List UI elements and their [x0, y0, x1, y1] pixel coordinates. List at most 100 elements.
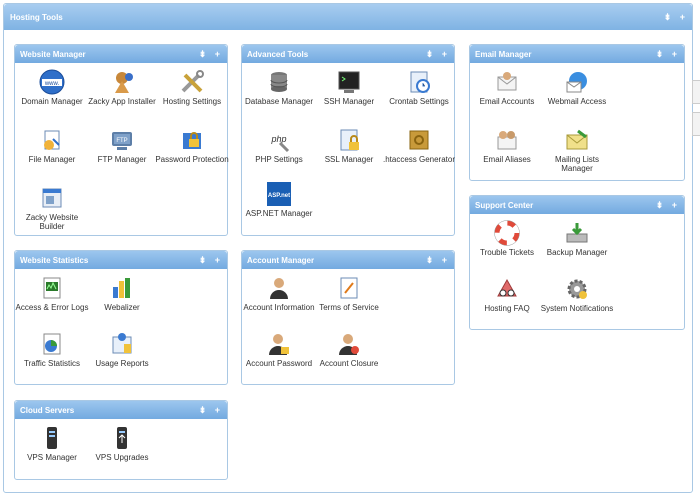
- website-statistics-header: Website Statistics ⇟ +: [15, 251, 227, 269]
- clock-icon: [406, 69, 432, 95]
- website-manager-panel: Website Manager ⇟ + www. Domain Manager …: [14, 44, 229, 236]
- website-manager-header: Website Manager ⇟ +: [15, 45, 227, 63]
- vps-manager-link[interactable]: VPS Manager: [15, 425, 89, 462]
- panel-controls[interactable]: ⇟ +: [664, 12, 688, 23]
- panel-controls[interactable]: ⇟ +: [656, 200, 680, 211]
- aspnet-icon: ASP.net: [266, 181, 292, 207]
- ftp-manager-link[interactable]: FTP FTP Manager: [85, 127, 159, 164]
- svg-text:ASP.net: ASP.net: [268, 193, 290, 199]
- system-notifications-link[interactable]: System Notifications: [540, 276, 614, 313]
- item-label: Access & Error Logs: [15, 303, 89, 312]
- usage-reports-link[interactable]: Usage Reports: [85, 331, 159, 368]
- item-label: Mailing Lists Manager: [554, 155, 599, 173]
- item-label: SSH Manager: [323, 97, 375, 106]
- email-manager-panel: Email Manager ⇟ + Email Accounts Webmail…: [469, 44, 685, 181]
- bar-chart-icon: [109, 275, 135, 301]
- webmail-access-link[interactable]: Webmail Access: [540, 69, 614, 106]
- webalizer-link[interactable]: Webalizer: [85, 275, 159, 312]
- document-pen-icon: [336, 275, 362, 301]
- password-protection-link[interactable]: Password Protection: [155, 127, 229, 164]
- advanced-tools-panel: Advanced Tools ⇟ + Database Manager SSH …: [241, 44, 455, 236]
- item-label: Email Aliases: [483, 155, 531, 164]
- item-label: PHP Settings: [255, 155, 303, 164]
- webmail-icon: [564, 69, 590, 95]
- trouble-tickets-link[interactable]: Trouble Tickets: [470, 220, 544, 257]
- safe-icon: [406, 127, 432, 153]
- terms-of-service-link[interactable]: Terms of Service: [312, 275, 386, 312]
- panel-controls[interactable]: ⇟ +: [199, 49, 223, 60]
- zacky-website-builder-link[interactable]: Zacky Website Builder: [15, 185, 89, 231]
- email-manager-header: Email Manager ⇟ +: [470, 45, 684, 63]
- zacky-app-installer-link[interactable]: Zacky App Installer: [85, 69, 159, 106]
- notification-gear-icon: [564, 276, 590, 302]
- website-builder-icon: [39, 185, 65, 211]
- side-tab[interactable]: [692, 80, 700, 104]
- cloud-servers-panel: Cloud Servers ⇟ + VPS Manager VPS Upgrad…: [14, 400, 228, 480]
- cloud-servers-header: Cloud Servers ⇟ +: [15, 401, 227, 419]
- hosting-tools-title: Hosting Tools: [10, 13, 63, 22]
- user-remove-icon: [336, 331, 362, 357]
- support-center-title: Support Center: [475, 201, 534, 210]
- website-manager-title: Website Manager: [20, 50, 86, 59]
- email-aliases-link[interactable]: Email Aliases: [470, 127, 544, 164]
- panel-controls[interactable]: ⇟ +: [426, 255, 450, 266]
- account-information-link[interactable]: Account Information: [242, 275, 316, 312]
- traffic-statistics-link[interactable]: Traffic Statistics: [15, 331, 89, 368]
- item-label: Trouble Tickets: [480, 248, 534, 257]
- panel-controls[interactable]: ⇟ +: [199, 405, 223, 416]
- website-statistics-title: Website Statistics: [20, 256, 89, 265]
- aspnet-manager-link[interactable]: ASP.net ASP.NET Manager: [242, 181, 316, 218]
- item-label: Account Closure: [319, 359, 379, 368]
- support-center-header: Support Center ⇟ +: [470, 196, 684, 214]
- item-label: Database Manager: [244, 97, 314, 106]
- item-label: Password Protection: [155, 155, 229, 164]
- php-icon: php: [266, 127, 292, 153]
- server-icon: [39, 425, 65, 451]
- account-closure-link[interactable]: Account Closure: [312, 331, 386, 368]
- vps-upgrades-link[interactable]: VPS Upgrades: [85, 425, 159, 462]
- panel-controls[interactable]: ⇟ +: [199, 255, 223, 266]
- domain-manager-link[interactable]: www. Domain Manager: [15, 69, 89, 106]
- tools-icon: [179, 69, 205, 95]
- item-label: Account Information: [243, 303, 315, 312]
- item-label: Hosting Settings: [162, 97, 222, 106]
- php-settings-link[interactable]: php PHP Settings: [242, 127, 316, 164]
- user-icon: [266, 275, 292, 301]
- item-label: ASP.NET Manager: [245, 209, 313, 218]
- advanced-tools-header: Advanced Tools ⇟ +: [242, 45, 454, 63]
- globe-icon: www.: [39, 69, 65, 95]
- account-password-link[interactable]: Account Password: [242, 331, 316, 368]
- access-error-logs-link[interactable]: Access & Error Logs: [15, 275, 89, 312]
- crontab-settings-link[interactable]: Crontab Settings: [382, 69, 456, 106]
- ssh-manager-link[interactable]: SSH Manager: [312, 69, 386, 106]
- usage-reports-icon: [109, 331, 135, 357]
- support-center-panel: Support Center ⇟ + Trouble Tickets Backu…: [469, 195, 685, 330]
- ssl-manager-link[interactable]: SSL Manager: [312, 127, 386, 164]
- item-label: Account Password: [245, 359, 313, 368]
- ftp-icon: FTP: [109, 127, 135, 153]
- backup-manager-link[interactable]: Backup Manager: [540, 220, 614, 257]
- side-tab[interactable]: [692, 112, 700, 136]
- database-icon: [266, 69, 292, 95]
- database-manager-link[interactable]: Database Manager: [242, 69, 316, 106]
- certificate-lock-icon: [336, 127, 362, 153]
- item-label: Backup Manager: [546, 248, 608, 257]
- item-label: VPS Manager: [27, 453, 77, 462]
- htaccess-generator-link[interactable]: .htaccess Generator: [382, 127, 456, 164]
- installer-icon: [109, 69, 135, 95]
- account-manager-header: Account Manager ⇟ +: [242, 251, 454, 269]
- server-upgrade-icon: [109, 425, 135, 451]
- file-manager-link[interactable]: File Manager: [15, 127, 89, 164]
- logs-icon: [39, 275, 65, 301]
- item-label: VPS Upgrades: [95, 453, 149, 462]
- email-accounts-icon: [494, 69, 520, 95]
- hosting-settings-link[interactable]: Hosting Settings: [155, 69, 229, 106]
- email-accounts-link[interactable]: Email Accounts: [470, 69, 544, 106]
- mailing-lists-manager-link[interactable]: Mailing Lists Manager: [540, 127, 614, 173]
- panel-controls[interactable]: ⇟ +: [426, 49, 450, 60]
- item-label: FTP Manager: [97, 155, 147, 164]
- panel-controls[interactable]: ⇟ +: [656, 49, 680, 60]
- item-label: File Manager: [28, 155, 76, 164]
- svg-text:php: php: [270, 134, 286, 144]
- hosting-faq-link[interactable]: Hosting FAQ: [470, 276, 544, 313]
